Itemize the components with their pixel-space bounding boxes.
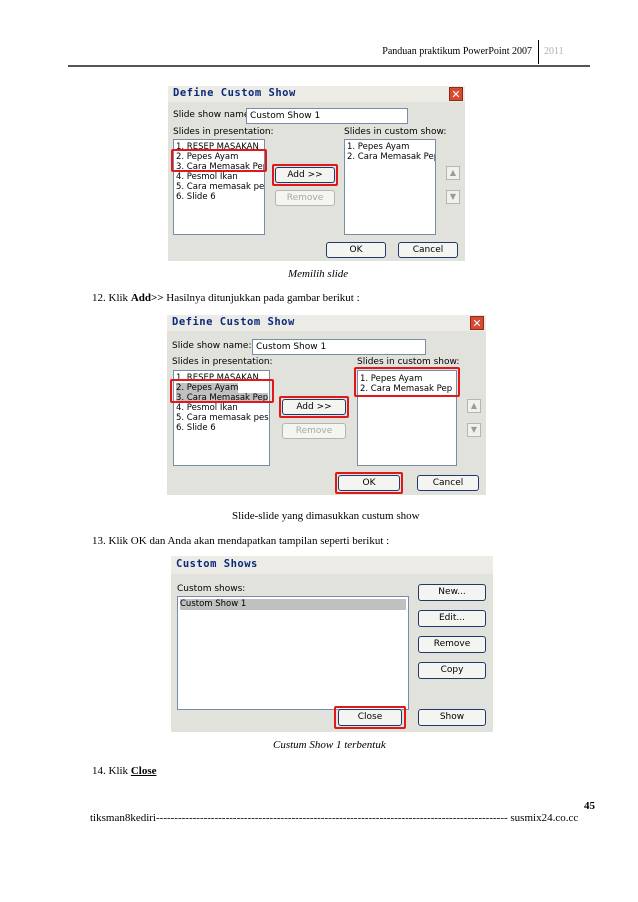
step-12: 12. Klik Add>> Hasilnya ditunjukkan pada… [92, 292, 360, 304]
new-button[interactable]: New... [418, 584, 486, 601]
list-item[interactable]: 4. Pesmol Ikan [176, 403, 238, 413]
add-highlight [279, 396, 349, 418]
step-12-text: Hasilnya ditunjukkan pada gambar berikut… [163, 292, 360, 304]
custom-shows-dialog: Custom Shows Custom shows: Custom Show 1… [171, 556, 493, 732]
list-item[interactable]: 6. Slide 6 [176, 423, 216, 433]
list-item[interactable]: 4. Pesmol Ikan [176, 172, 238, 182]
step-14-prefix: 14. Klik [92, 765, 131, 777]
dialog-title-bar: Custom Shows [171, 556, 493, 574]
slide-show-name-label: Slide show name: [172, 341, 252, 351]
edit-button[interactable]: Edit... [418, 610, 486, 627]
show-button[interactable]: Show [418, 709, 486, 726]
header-divider [538, 40, 539, 64]
list-item[interactable]: 1. Pepes Ayam [347, 142, 409, 152]
caption-memilih-slide: Memilih slide [288, 268, 349, 280]
slides-in-custom-show-label: Slides in custom show: [357, 357, 460, 367]
cancel-button[interactable]: Cancel [398, 242, 458, 258]
slide-show-name-input[interactable]: Custom Show 1 [252, 339, 426, 355]
slides-in-presentation-label: Slides in presentation: [172, 357, 273, 367]
add-highlight [272, 164, 338, 186]
page-number: 45 [584, 800, 595, 812]
dialog-title-bar: Define Custom Show ✕ [168, 86, 465, 102]
define-custom-show-dialog-2: Define Custom Show ✕ Slide show name: Cu… [167, 315, 486, 495]
move-down-icon[interactable]: ▼ [446, 190, 460, 204]
remove-button[interactable]: Remove [282, 423, 346, 439]
custom-show-list-highlight [354, 367, 460, 397]
selection-highlight [171, 149, 267, 172]
define-custom-show-dialog-1: Define Custom Show ✕ Slide show name: Cu… [168, 86, 465, 261]
cancel-button[interactable]: Cancel [417, 475, 479, 491]
close-icon[interactable]: ✕ [449, 87, 463, 101]
move-up-icon[interactable]: ▲ [467, 399, 481, 413]
close-icon[interactable]: ✕ [470, 316, 484, 330]
selection-highlight [170, 379, 274, 403]
step-12-prefix: 12. Klik [92, 292, 131, 304]
slides-in-custom-show-list[interactable]: 1. Pepes Ayam 2. Cara Memasak Pep [344, 139, 436, 235]
slides-in-presentation-label: Slides in presentation: [173, 127, 274, 137]
header-title: Panduan praktikum PowerPoint 2007 [382, 46, 532, 57]
step-14-bold: Close [130, 765, 157, 777]
step-13: 13. Klik OK dan Anda akan mendapatkan ta… [92, 535, 390, 547]
list-item[interactable]: 2. Cara Memasak Pep [347, 152, 435, 162]
dialog-title-bar: Define Custom Show ✕ [167, 315, 486, 331]
slides-in-custom-show-label: Slides in custom show: [344, 127, 447, 137]
step-12-bold: Add>> [130, 292, 164, 304]
footer-text: tiksman8kediri--------------------------… [90, 812, 579, 824]
remove-button[interactable]: Remove [275, 190, 335, 206]
list-item[interactable]: 6. Slide 6 [176, 192, 216, 202]
dialog-title: Custom Shows [176, 558, 258, 570]
caption-custum-show: Custum Show 1 terbentuk [273, 739, 386, 751]
header-rule [68, 65, 590, 67]
step-14: 14. Klik Close [92, 765, 156, 777]
slide-show-name-input[interactable]: Custom Show 1 [246, 108, 408, 124]
copy-button[interactable]: Copy [418, 662, 486, 679]
dialog-title: Define Custom Show [172, 316, 295, 328]
move-down-icon[interactable]: ▼ [467, 423, 481, 437]
remove-button[interactable]: Remove [418, 636, 486, 653]
dialog-title: Define Custom Show [173, 87, 296, 99]
list-item[interactable]: 5. Cara memasak pes [176, 182, 264, 192]
list-item[interactable]: Custom Show 1 [180, 599, 406, 610]
ok-highlight [335, 472, 403, 494]
slide-show-name-label: Slide show name: [173, 110, 253, 120]
custom-shows-label: Custom shows: [177, 584, 246, 594]
ok-button[interactable]: OK [326, 242, 386, 258]
custom-shows-list[interactable]: Custom Show 1 [177, 596, 409, 710]
caption-slide-slide: Slide-slide yang dimasukkan custum show [232, 510, 420, 522]
header-year: 2011 [544, 46, 564, 57]
move-up-icon[interactable]: ▲ [446, 166, 460, 180]
list-item[interactable]: 5. Cara memasak pes [176, 413, 269, 423]
close-highlight [334, 706, 406, 729]
